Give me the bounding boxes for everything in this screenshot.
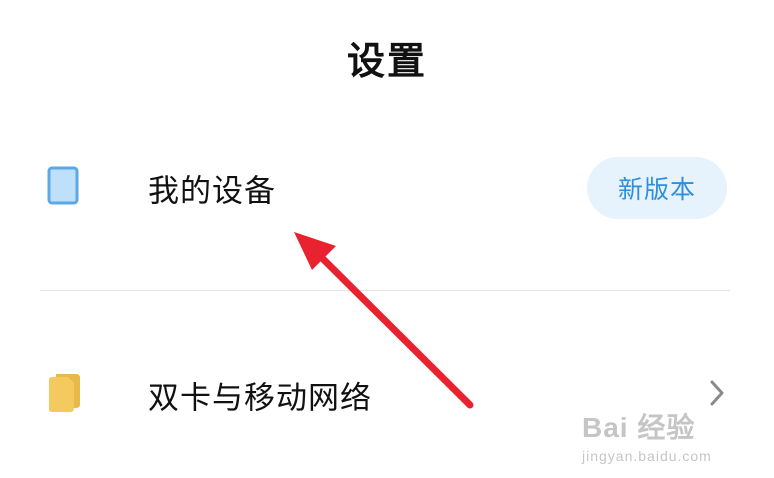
- baidu-jingyan-watermark: Bai 经验 jingyan.baidu.com: [582, 406, 734, 464]
- watermark-url: jingyan.baidu.com: [582, 448, 712, 464]
- device-icon: [46, 166, 80, 210]
- divider: [40, 290, 730, 291]
- settings-item-label: 我的设备: [148, 173, 276, 210]
- settings-item-my-device[interactable]: 我的设备 新版本: [0, 133, 774, 243]
- new-version-badge[interactable]: 新版本: [587, 157, 727, 219]
- page-title: 设置: [346, 39, 427, 83]
- settings-item-label: 双卡与移动网络: [148, 380, 372, 417]
- watermark-brand: Bai 经验: [582, 412, 696, 443]
- sim-cards-icon: [46, 372, 84, 418]
